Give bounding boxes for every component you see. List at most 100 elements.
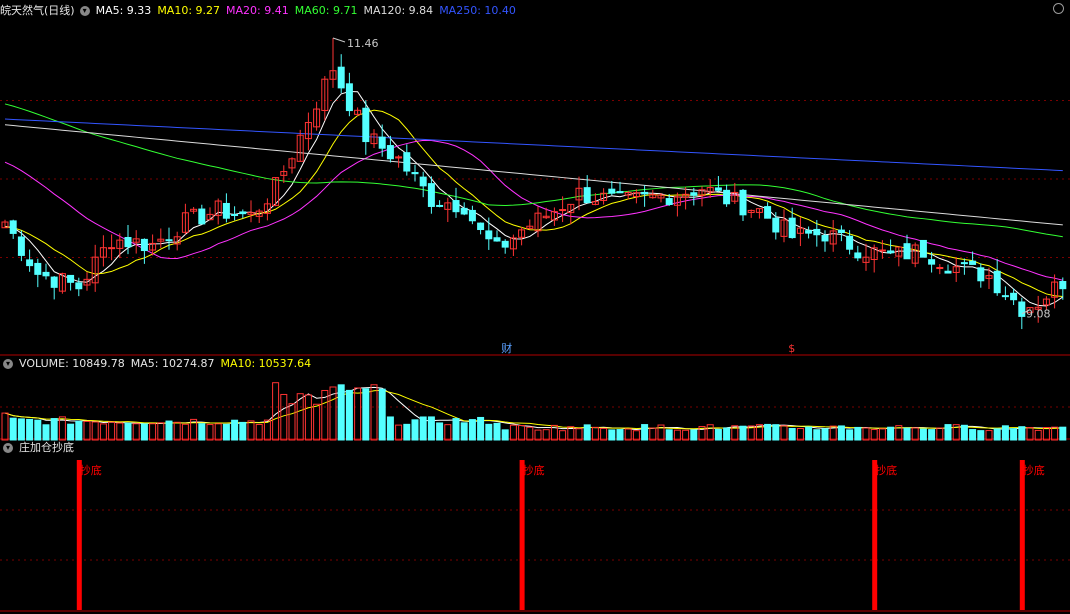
volume-bar-95: [780, 425, 788, 441]
candle-body-71: [583, 187, 591, 204]
legend-ma60: MA60: 9.71: [294, 4, 358, 17]
ma-legend-items: MA5: 9.33 MA10: 9.27 MA20: 9.41 MA60: 9.71 M…: [96, 4, 522, 17]
volume-bar-105: [862, 427, 870, 441]
candle-body-102: [837, 229, 845, 234]
volume-bar-84: [690, 429, 698, 441]
volume-bar-55: [452, 418, 460, 441]
volume-bar-56: [460, 422, 468, 441]
volume-bar-2: [17, 418, 25, 441]
volume-bar-127: [1042, 427, 1050, 441]
candle-body-52: [427, 183, 435, 207]
volume-bar-98: [805, 426, 813, 441]
volume-bar-28: [231, 419, 239, 441]
legend-ma250: MA250: 10.40: [439, 4, 516, 17]
volume-bar-125: [1026, 427, 1034, 441]
moving-average-lines: [4, 90, 1064, 307]
volume-bar-30: [247, 420, 255, 441]
volume-value: VOLUME: 10849.78: [19, 357, 125, 370]
candle-body-51: [419, 176, 427, 187]
candle-body-88: [723, 189, 731, 205]
volume-bar-37: [304, 394, 312, 441]
volume-bar-49: [403, 423, 411, 441]
signal-bars: 抄底 抄底 抄底 抄底: [76, 460, 1045, 610]
volume-bar-117: [960, 424, 968, 441]
candle-body-3: [26, 259, 34, 267]
volume-bar-29: [239, 421, 247, 441]
volume-bar-47: [386, 416, 394, 441]
candle-body-41: [337, 66, 345, 89]
volume-bar-53: [436, 422, 444, 441]
candle-body-29: [239, 211, 247, 215]
candle-body-20: [165, 239, 173, 242]
chart-annotations: 11.46 9.08 财 $: [332, 37, 1051, 355]
candle-body-117: [960, 262, 968, 265]
low-label: 9.08: [1026, 308, 1051, 321]
legend-ma20: MA20: 9.41: [226, 4, 289, 17]
volume-bar-0: [1, 412, 9, 441]
volume-bar-129: [1059, 426, 1067, 441]
volume-bar-12: [99, 423, 107, 441]
settings-circle-icon[interactable]: [1053, 3, 1064, 14]
candle-body-87: [714, 187, 722, 191]
indicator-title: 庄加仓抄底: [19, 441, 74, 454]
candle-body-15: [124, 236, 132, 248]
volume-bar-86: [706, 424, 714, 441]
volume-bar-54: [444, 424, 452, 441]
volume-bar-26: [214, 423, 222, 441]
volume-bar-48: [395, 424, 403, 441]
volume-bar-52: [427, 416, 435, 441]
volume-bars: [1, 382, 1067, 441]
candle-body-122: [1001, 295, 1009, 298]
volume-bar-112: [919, 428, 927, 441]
candle-body-56: [460, 207, 468, 215]
stock-chart: 抄底 抄底 抄底 抄底 11.46 9.08 财 $: [0, 37, 1070, 612]
candle-body-59: [485, 230, 493, 240]
volume-bar-50: [411, 419, 419, 441]
volume-bar-17: [140, 423, 148, 441]
volume-bar-78: [641, 424, 649, 441]
volume-bar-100: [821, 428, 829, 441]
volume-bar-87: [714, 429, 722, 441]
chevron-down-icon[interactable]: ▾: [79, 6, 90, 16]
volume-bar-61: [501, 429, 509, 441]
high-pointer: [332, 37, 346, 43]
volume-bar-70: [575, 428, 583, 441]
volume-bar-44: [362, 388, 370, 441]
candlesticks: [1, 37, 1067, 330]
signal-bar-3: [1019, 460, 1025, 610]
candle-body-50: [411, 172, 419, 175]
candle-body-57: [468, 209, 476, 222]
stock-name: 皖天然气(日线): [0, 4, 75, 17]
volume-ma10: MA10: 10537.64: [220, 357, 312, 370]
volume-bar-60: [493, 422, 501, 441]
volume-bar-94: [772, 424, 780, 441]
candle-body-28: [231, 213, 239, 216]
chevron-down-icon[interactable]: ▾: [3, 359, 13, 369]
candle-body-98: [805, 230, 813, 234]
volume-bar-10: [83, 420, 91, 441]
candle-body-49: [403, 152, 411, 172]
chevron-down-icon[interactable]: ▾: [3, 443, 13, 453]
volume-bar-13: [108, 421, 116, 441]
volume-bar-72: [591, 426, 599, 441]
candle-body-124: [1018, 301, 1026, 317]
volume-bar-15: [124, 422, 132, 441]
candle-body-42: [345, 83, 353, 112]
volume-bar-8: [67, 423, 75, 441]
candle-body-53: [436, 204, 444, 207]
volume-bar-106: [870, 429, 878, 441]
volume-bar-5: [42, 424, 50, 441]
signal-label-1: 抄底: [523, 463, 545, 477]
volume-bar-90: [739, 425, 747, 441]
volume-bar-103: [846, 429, 854, 441]
volume-bar-62: [509, 424, 517, 441]
candle-body-17: [140, 238, 148, 252]
ma250-line: [4, 118, 1063, 172]
candle-body-121: [993, 270, 1001, 294]
volume-bar-58: [477, 416, 485, 441]
candle-body-9: [75, 282, 83, 290]
candle-body-6: [50, 276, 58, 288]
volume-bar-3: [26, 418, 34, 441]
volume-bar-41: [337, 384, 345, 441]
indicator-legend: ▾ 庄加仓抄底: [0, 440, 80, 456]
